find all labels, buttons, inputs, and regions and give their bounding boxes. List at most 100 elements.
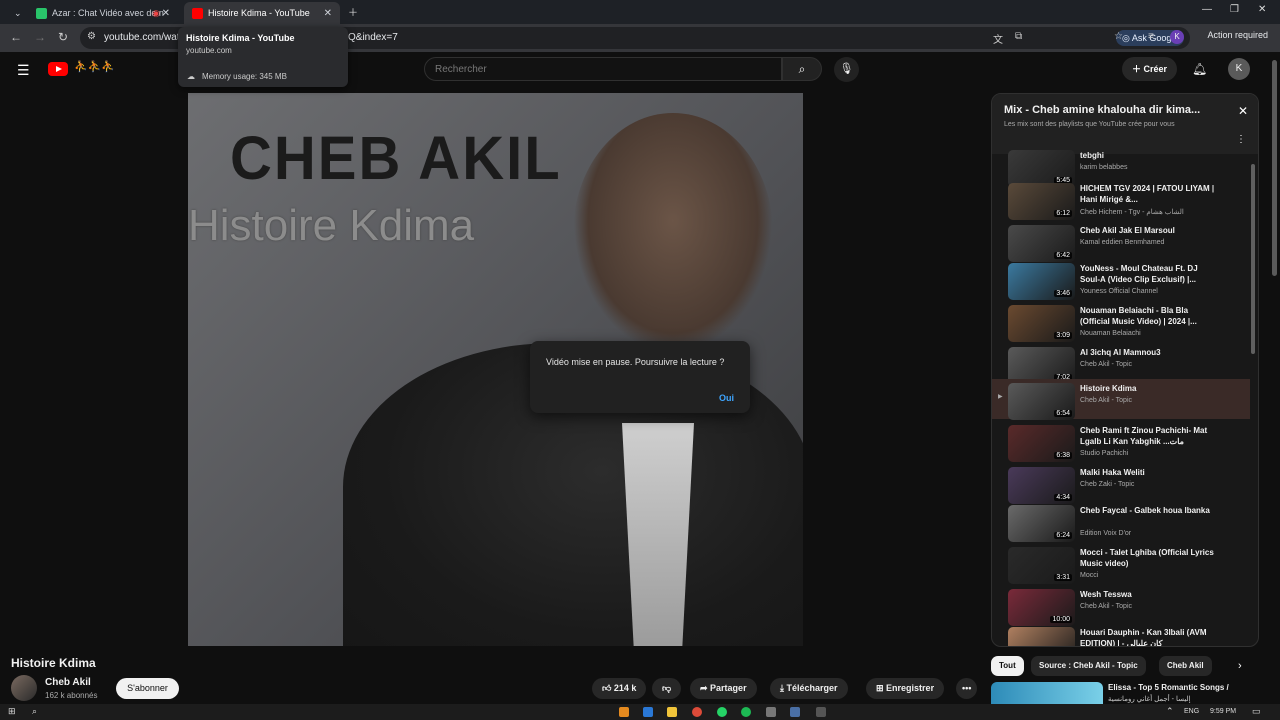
back-icon[interactable]: ← <box>10 30 22 44</box>
playlist-item[interactable]: 6:42 Cheb Akil Jak El Marsoul Kamal eddien… <box>992 221 1250 262</box>
app-icon[interactable] <box>816 707 826 717</box>
playlist-item[interactable]: 4:34 Malki Haka Weliti Cheb Zaki - Topic <box>992 463 1250 504</box>
action-required-button[interactable]: Action required <box>1201 27 1274 43</box>
playlist-item-title: Cheb Akil Jak El Marsoul <box>1080 226 1175 235</box>
chip-all[interactable]: Tout <box>991 656 1024 676</box>
create-button[interactable]: ＋ Créer <box>1122 57 1178 81</box>
url-text[interactable]: youtube.com/wat <box>104 32 180 43</box>
search-button[interactable]: ⌕ <box>782 57 822 81</box>
tab-hover-card: Histoire Kdima - YouTube youtube.com ☁ M… <box>178 27 348 87</box>
url-text-tail[interactable]: Q&index=7 <box>348 32 398 43</box>
account-avatar[interactable]: K <box>1228 58 1250 80</box>
bookmark-star-icon[interactable]: ☆ <box>1114 31 1123 42</box>
file-explorer-icon[interactable] <box>667 707 677 717</box>
maximize-icon[interactable]: ❐ <box>1230 4 1239 15</box>
tab-youtube[interactable]: Histoire Kdima - YouTube ✕ <box>184 2 340 24</box>
clock[interactable]: 9:59 PM <box>1210 708 1236 715</box>
playlist-thumbnail[interactable]: 6:54 <box>1008 383 1075 420</box>
resume-button[interactable]: Oui <box>719 393 734 403</box>
more-actions-button[interactable]: ••• <box>956 678 978 699</box>
playlist-thumbnail[interactable]: 6:24 <box>1008 505 1075 542</box>
chrome-icon[interactable] <box>692 707 702 717</box>
tab-search-button[interactable]: ⌄ <box>6 2 26 24</box>
playlist-thumbnail[interactable]: 3:31 <box>1008 547 1075 584</box>
youtube-doodle[interactable]: ⛹⛹⛹ <box>74 60 115 73</box>
profile-avatar[interactable]: K <box>1170 30 1184 44</box>
download-button[interactable]: ⤓ Télécharger <box>770 678 848 699</box>
dislike-button[interactable]: 👎︎ <box>652 678 682 699</box>
chrome-active-icon[interactable] <box>790 707 800 717</box>
playlist-item-channel: karim belabbes <box>1080 164 1128 171</box>
playlist-item[interactable]: ▶ 6:54 Histoire Kdima Cheb Akil - Topic <box>992 379 1250 420</box>
share-button[interactable]: ➦ Partager <box>690 678 757 699</box>
notifications-bell-icon[interactable]: 🔔︎ <box>1192 62 1207 76</box>
playlist-item[interactable]: 6:24 Cheb Faycal - Galbek houa lbanka Edit… <box>992 501 1250 542</box>
app-icon[interactable] <box>766 707 776 717</box>
playlist-thumbnail[interactable]: 3:46 <box>1008 263 1075 300</box>
playlist-item[interactable]: 10:00 Wesh Tesswa Cheb Akil - Topic <box>992 585 1250 626</box>
playlist-thumbnail[interactable]: 6:12 <box>1008 183 1075 220</box>
playlist-thumbnail[interactable]: 4:34 <box>1008 467 1075 504</box>
playlist-title[interactable]: Mix - Cheb amine khalouha dir kima... <box>1004 104 1224 116</box>
like-button[interactable]: 👍︎ 214 k <box>592 678 647 699</box>
playlist-item-title: Cheb Rami ft Zinou Pachichi- Mat Lgalb L… <box>1080 426 1208 446</box>
playlist-item-channel: Cheb Hichem - Tgv - الشاب هشام <box>1080 209 1184 216</box>
translate-icon[interactable]: 文 <box>993 31 1003 46</box>
voice-search-button[interactable]: 🎙︎ <box>834 57 859 82</box>
playlist-item[interactable]: 7:02 Al 3ichq Al Mamnou3 Cheb Akil - Topic <box>992 343 1250 384</box>
language-indicator[interactable]: ENG <box>1184 708 1199 715</box>
site-info-icon[interactable]: ⚙ <box>87 31 96 42</box>
hover-card-title: Histoire Kdima - YouTube <box>186 33 295 43</box>
notification-icon[interactable]: ▭ <box>1252 706 1261 717</box>
minimize-icon[interactable]: — <box>1202 4 1212 15</box>
search-icon[interactable]: ⌕ <box>32 706 37 717</box>
new-tab-icon[interactable]: ＋ <box>348 4 358 19</box>
playlist-item[interactable]: 3:31 Mocci - Talet Lghiba (Official Lyric… <box>992 543 1250 584</box>
playlist-thumbnail[interactable]: 6:38 <box>1008 425 1075 462</box>
youtube-favicon-icon <box>192 7 203 19</box>
close-window-icon[interactable]: ✕ <box>1258 4 1266 15</box>
spotify-icon[interactable] <box>741 707 751 717</box>
playlist-thumbnail[interactable]: 6:42 <box>1008 225 1075 262</box>
forward-icon[interactable]: → <box>34 30 46 44</box>
chip-channel[interactable]: Cheb Akil <box>1159 656 1212 676</box>
subscribe-button[interactable]: S'abonner <box>116 678 179 699</box>
save-playlist-icon: ⊞ <box>876 683 887 693</box>
playlist-scrollbar[interactable] <box>1251 164 1255 354</box>
playlist-item[interactable]: 6:12 HICHEM TGV 2024 | FATOU LIYAM | Hani… <box>992 179 1250 220</box>
youtube-logo-icon[interactable] <box>48 62 68 76</box>
whatsapp-icon[interactable] <box>717 707 727 717</box>
channel-avatar[interactable] <box>11 675 37 701</box>
vlc-icon[interactable] <box>619 707 629 717</box>
chip-source[interactable]: Source : Cheb Akil - Topic <box>1031 656 1146 676</box>
playlist-item-title: Histoire Kdima <box>1080 384 1137 393</box>
install-icon[interactable]: ⧉ <box>1015 31 1022 42</box>
chevron-right-icon[interactable]: › <box>1238 660 1242 672</box>
playlist-item-channel: Nouaman Belaiachi <box>1080 330 1141 337</box>
playlist-thumbnail[interactable] <box>1008 627 1075 646</box>
recommendation-title[interactable]: Elissa - Top 5 Romantic Songs / <box>1108 683 1229 692</box>
close-tab-icon[interactable]: ✕ <box>324 8 332 19</box>
playlist-item[interactable]: 3:09 Nouaman Belaiachi - Bla Bla (Officia… <box>992 301 1250 342</box>
page-scrollbar[interactable] <box>1272 60 1277 276</box>
close-icon[interactable]: ✕ <box>1238 104 1248 118</box>
tab-azar[interactable]: Azar : Chat Vidéo avec de n ◉ ✕ <box>28 2 178 24</box>
reload-icon[interactable]: ↻ <box>58 30 68 44</box>
playlist-thumbnail[interactable]: 3:09 <box>1008 305 1075 342</box>
windows-start-icon[interactable]: ⊞ <box>8 706 16 717</box>
playlist-item[interactable]: 6:38 Cheb Rami ft Zinou Pachichi- Mat Lga… <box>992 421 1250 462</box>
menu-icon[interactable]: ☰ <box>17 62 30 79</box>
chevron-up-icon[interactable]: ⌃ <box>1166 706 1174 717</box>
playlist-item[interactable]: Houari Dauphin - Kan 3lbali (AVM EDITION… <box>992 623 1250 646</box>
playlist-thumbnail[interactable]: 10:00 <box>1008 589 1075 626</box>
playlist-item[interactable]: 3:46 YouNess - Moul Chateau Ft. DJ Soul-A… <box>992 259 1250 300</box>
media-control-icon[interactable]: ≡ <box>1148 31 1154 42</box>
more-icon: ••• <box>962 683 972 693</box>
search-input[interactable]: Rechercher <box>424 57 782 81</box>
save-button[interactable]: ⊞ Enregistrer <box>866 678 945 699</box>
recommendation-thumbnail[interactable] <box>991 682 1103 704</box>
edge-icon[interactable] <box>643 707 653 717</box>
channel-name[interactable]: Cheb Akil <box>45 677 91 688</box>
close-tab-icon[interactable]: ✕ <box>162 8 170 19</box>
more-vertical-icon[interactable]: ⋮ <box>1236 134 1246 145</box>
